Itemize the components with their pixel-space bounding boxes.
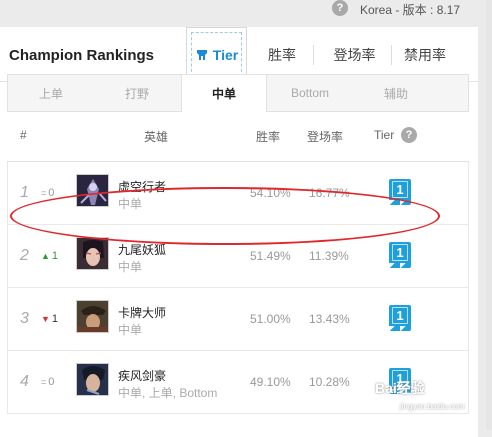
rank-change-value: 1 xyxy=(51,250,59,262)
tier-value: 1 xyxy=(396,308,404,323)
winrate-value: 51.49% xyxy=(250,249,291,263)
tab-label: 登场率 xyxy=(333,46,376,63)
rank-change-value: 0 xyxy=(48,376,55,388)
champion-name[interactable]: 九尾妖狐 xyxy=(118,241,166,258)
position-tab-mid[interactable]: 中单 xyxy=(181,75,267,112)
champion-portrait[interactable] xyxy=(76,174,109,207)
tier-help-icon[interactable]: ? xyxy=(401,127,417,143)
column-header-winrate[interactable]: 胜率 xyxy=(256,128,280,145)
help-icon[interactable]: ? xyxy=(332,0,348,16)
pickrate-value: 13.43% xyxy=(309,312,350,326)
winrate-value: 49.10% xyxy=(250,375,291,389)
champion-position: 中单 xyxy=(118,197,143,211)
column-header-rank: # xyxy=(20,128,27,142)
rank-change: = 0 xyxy=(41,376,54,388)
arrow-down-icon: ▼ xyxy=(41,314,50,324)
tab-label: 禁用率 xyxy=(404,46,446,63)
pickrate-value: 11.39% xyxy=(309,249,349,263)
position-tabs: 上单 打野 中单 Bottom 辅助 xyxy=(7,74,469,112)
tier-value: 1 xyxy=(396,371,404,386)
position-tab-top[interactable]: 上单 xyxy=(8,75,94,111)
tab-divider xyxy=(313,45,314,65)
column-header-champion[interactable]: 英雄 xyxy=(144,128,168,145)
tier-badge: 1 xyxy=(389,305,411,332)
watermark-url: jingyan.baidu.com xyxy=(400,402,465,411)
column-header-tier[interactable]: Tier xyxy=(374,128,394,142)
arrow-up-icon: ▲ xyxy=(41,251,50,261)
champion-portrait[interactable] xyxy=(76,300,109,333)
top-bar: ? Korea - 版本 : 8.17 xyxy=(0,0,492,18)
tab-label: 胜率 xyxy=(268,46,296,63)
champion-name[interactable]: 疾风剑豪 xyxy=(118,367,166,384)
champion-portrait[interactable] xyxy=(76,363,109,396)
tier-badge: 1 xyxy=(389,179,411,206)
rank-number: 1 xyxy=(20,184,29,201)
table-row[interactable]: 2 ▲ 1 九尾妖狐 中单 51.49% 11.39% 1 xyxy=(7,225,469,288)
tab-label: Tier xyxy=(212,46,239,63)
pickrate-value: 16.77% xyxy=(309,186,350,200)
rank-number: 3 xyxy=(20,310,29,327)
tier-icon xyxy=(195,48,209,62)
same-icon: = xyxy=(41,188,47,198)
position-tab-support[interactable]: 辅助 xyxy=(353,75,439,111)
rank-number: 2 xyxy=(20,247,29,264)
winrate-value: 54.10% xyxy=(250,186,291,200)
tier-badge: 1 xyxy=(389,242,411,269)
champion-name[interactable]: 卡牌大师 xyxy=(118,304,166,321)
champion-position: 中单, 上单, Bottom xyxy=(118,386,218,400)
scrollbar[interactable] xyxy=(486,0,492,430)
champion-name[interactable]: 虚空行者 xyxy=(118,178,166,195)
champion-position: 中单 xyxy=(118,260,143,274)
tier-value: 1 xyxy=(396,245,404,260)
rank-change: ▼ 1 xyxy=(41,313,58,325)
champion-portrait[interactable] xyxy=(76,237,109,270)
tab-divider xyxy=(391,45,392,65)
rank-change-value: 1 xyxy=(51,313,59,325)
winrate-value: 51.00% xyxy=(250,312,291,326)
position-tab-jungle[interactable]: 打野 xyxy=(94,75,180,111)
rank-number: 4 xyxy=(20,373,29,390)
table-row[interactable]: 3 ▼ 1 卡牌大师 中单 51.00% 13.43% 1 xyxy=(7,288,469,351)
table-row[interactable]: 1 = 0 虚空行者 中单 54.10% 16.77% 1 xyxy=(7,162,469,225)
pickrate-value: 10.28% xyxy=(309,375,350,389)
rank-change-value: 0 xyxy=(48,187,55,199)
champion-position: 中单 xyxy=(118,323,143,337)
rank-change: = 0 xyxy=(41,187,54,199)
champion-list: 1 = 0 虚空行者 中单 54.10% 16.77% 1 2 ▲ 1 九尾妖狐 中… xyxy=(7,161,469,421)
same-icon: = xyxy=(41,377,47,387)
rank-change: ▲ 1 xyxy=(41,250,58,262)
page-title: Champion Rankings xyxy=(9,47,155,64)
column-header-pickrate[interactable]: 登场率 xyxy=(307,128,343,145)
position-tab-bottom[interactable]: Bottom xyxy=(267,75,353,111)
region-version-label[interactable]: Korea - 版本 : 8.17 xyxy=(360,1,460,18)
tier-value: 1 xyxy=(396,182,404,197)
